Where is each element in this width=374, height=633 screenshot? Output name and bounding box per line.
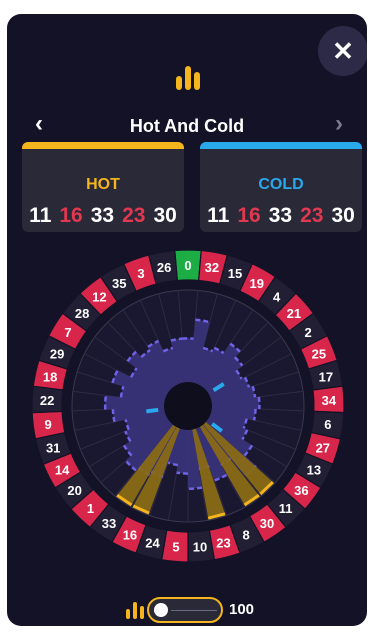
wheel-number: 5 — [172, 539, 179, 554]
wheel-number: 22 — [40, 393, 54, 408]
wheel-number: 21 — [287, 306, 301, 321]
wheel-number: 8 — [242, 527, 249, 542]
hot-number: 11 — [29, 204, 52, 227]
bar-chart-icon — [176, 66, 200, 90]
wheel-number: 23 — [216, 535, 230, 550]
wheel-number: 29 — [50, 346, 64, 361]
wheel-number: 24 — [145, 535, 160, 550]
wheel-number: 2 — [304, 325, 311, 340]
wheel-number: 31 — [46, 440, 60, 455]
hot-numbers: 11 16 33 23 30 — [22, 204, 184, 228]
wheel-number: 4 — [273, 289, 281, 304]
cold-number: 33 — [268, 204, 293, 227]
wheel-number: 7 — [64, 325, 71, 340]
cold-number: 16 — [237, 204, 261, 227]
cold-label: COLD — [258, 176, 304, 193]
wheel-number: 18 — [43, 369, 57, 384]
cold-number: 30 — [331, 204, 355, 227]
wheel-number: 30 — [260, 516, 274, 531]
bar-chart-icon — [126, 602, 144, 619]
wheel-number: 11 — [279, 501, 293, 516]
wheel-number: 33 — [102, 516, 116, 531]
wheel-number: 12 — [92, 289, 106, 304]
close-button[interactable]: ✕ — [318, 26, 367, 76]
wheel-number: 34 — [322, 393, 337, 408]
wheel-number: 16 — [123, 527, 137, 542]
hot-cold-panel: ✕ ‹ Hot And Cold › HOT 11 16 33 23 30 CO… — [7, 14, 367, 626]
wheel-hub — [164, 382, 212, 430]
hot-label: HOT — [86, 176, 120, 193]
cold-number: 11 — [207, 204, 230, 227]
wheel-number: 35 — [112, 276, 126, 291]
slider-value: 100 — [229, 601, 255, 618]
hot-number: 30 — [153, 204, 177, 227]
hot-accent-bar — [22, 142, 184, 149]
wheel-number: 36 — [294, 483, 308, 498]
wheel-number: 27 — [316, 440, 330, 455]
wheel-number: 19 — [250, 276, 264, 291]
wheel-number: 28 — [75, 306, 89, 321]
wheel-number: 13 — [307, 462, 321, 477]
wheel-number: 9 — [45, 417, 52, 432]
wheel-number: 0 — [184, 258, 191, 273]
roulette-wheel: 0 32 1519421225173462713361130823105241633… — [31, 249, 345, 563]
hot-number: 16 — [59, 204, 83, 227]
wheel-number: 26 — [157, 260, 171, 275]
wheel-number: 25 — [312, 346, 326, 361]
cold-accent-bar — [200, 142, 362, 149]
wheel-number: 32 — [205, 260, 219, 275]
cold-numbers-card: COLD 11 16 33 23 30 — [200, 142, 362, 232]
wheel-number: 17 — [319, 369, 333, 384]
wheel-number: 6 — [324, 417, 331, 432]
hot-number: 33 — [90, 204, 115, 227]
wheel-number: 15 — [228, 266, 242, 281]
wheel-number: 1 — [87, 501, 94, 516]
history-slider: 100 — [125, 597, 255, 625]
wheel-number: 14 — [55, 462, 70, 477]
hot-number: 23 — [122, 204, 146, 227]
wheel-number: 20 — [67, 483, 81, 498]
slider-track — [171, 610, 217, 611]
cold-marker — [146, 407, 159, 414]
wheel-number: 3 — [137, 266, 144, 281]
wheel-number: 10 — [193, 539, 207, 554]
slider-handle[interactable] — [154, 603, 168, 617]
spins-slider[interactable] — [147, 597, 223, 623]
cold-number: 23 — [300, 204, 324, 227]
close-icon: ✕ — [332, 35, 354, 66]
chevron-right-icon[interactable]: › — [335, 110, 343, 138]
chevron-left-icon[interactable]: ‹ — [35, 110, 43, 138]
hot-numbers-card: HOT 11 16 33 23 30 — [22, 142, 184, 232]
cold-numbers: 11 16 33 23 30 — [200, 204, 362, 228]
page-title: Hot And Cold — [129, 116, 245, 136]
